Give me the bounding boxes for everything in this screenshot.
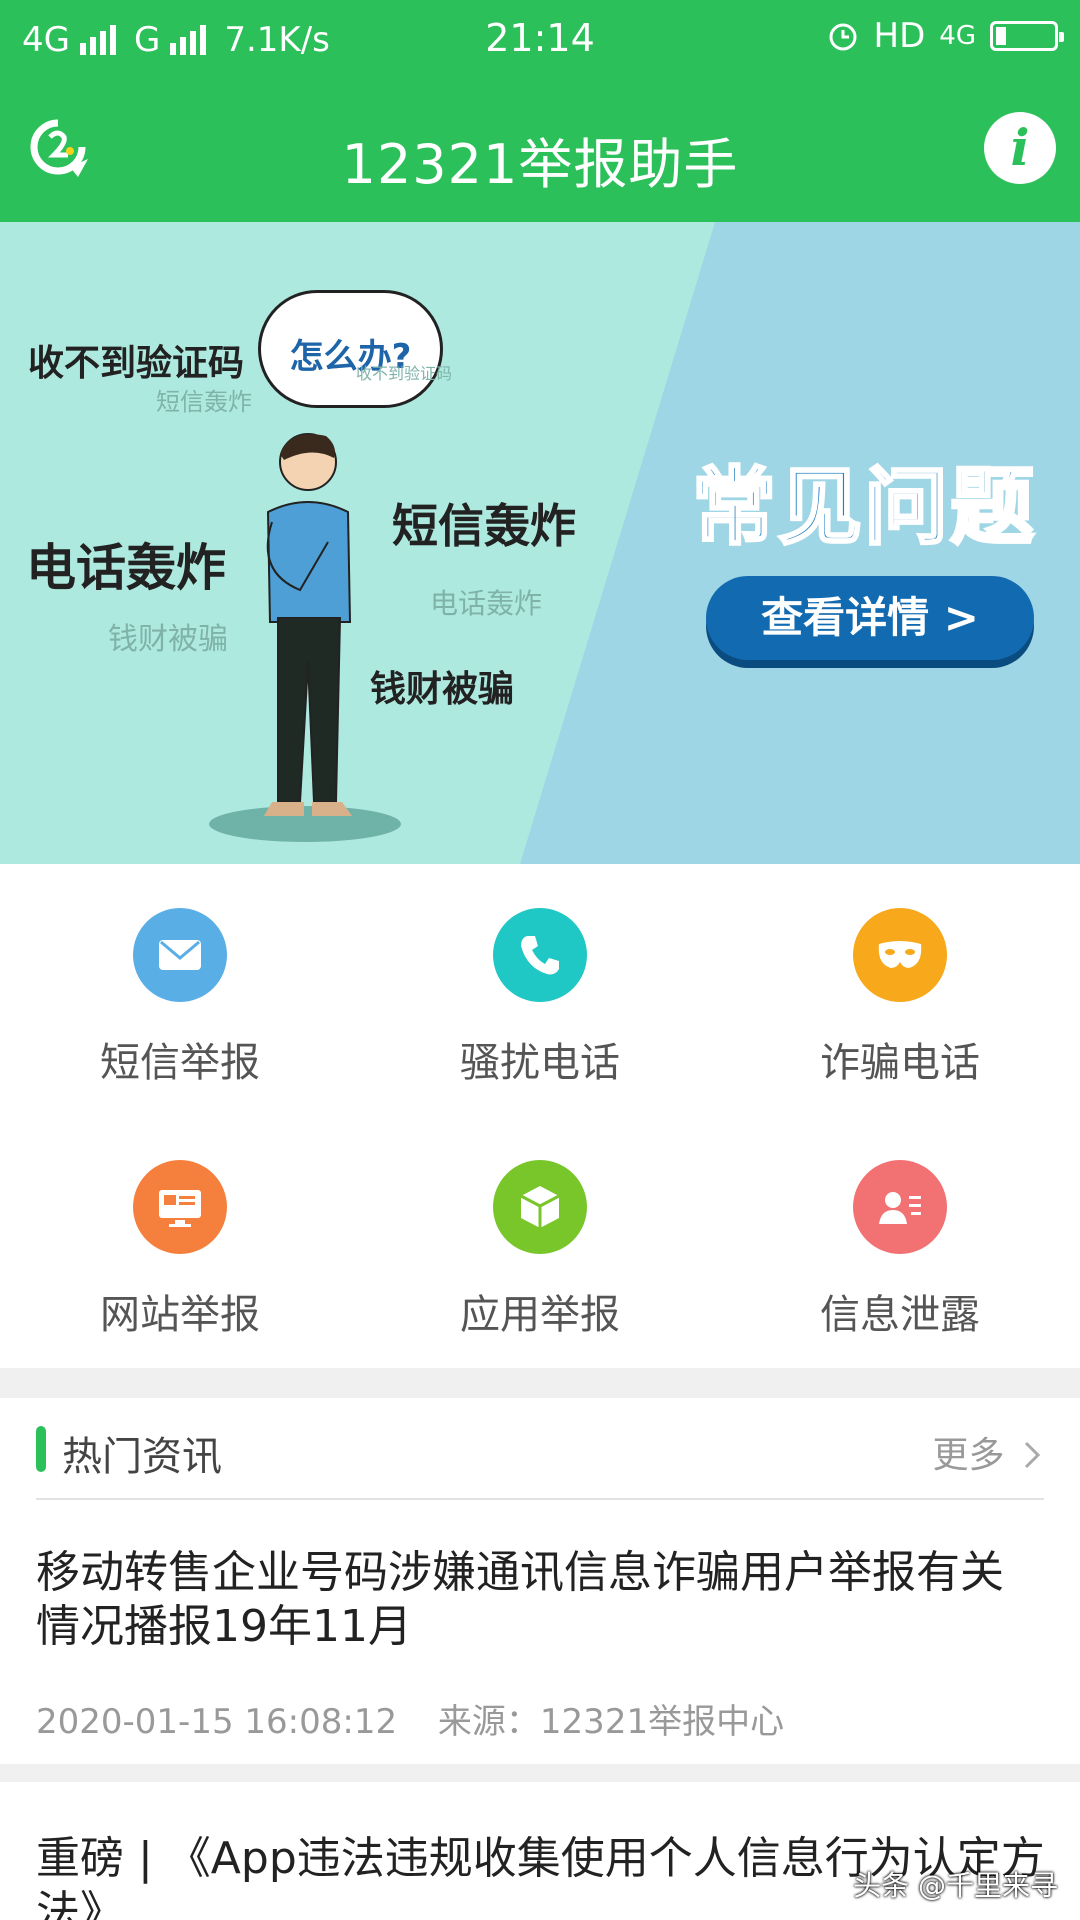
page-title: 12321举报助手 xyxy=(341,133,739,196)
grid-item-app-report[interactable]: 应用举报 xyxy=(360,1116,720,1368)
grid-item-label: 短信举报 xyxy=(100,1040,260,1086)
news-item-source: 来源：12321举报中心 xyxy=(437,1702,785,1742)
net-label: 4G xyxy=(939,21,976,51)
more-link[interactable]: 更多 xyxy=(933,1426,1044,1478)
info-button[interactable]: i xyxy=(984,112,1056,184)
grid-item-label: 应用举报 xyxy=(460,1292,620,1338)
title-bar: 12321举报助手 i xyxy=(0,76,1080,222)
news-item-meta: 2020-01-15 16:08:12 来源：12321举报中心 xyxy=(36,1694,784,1743)
news-item-title[interactable]: 移动转售企业号码涉嫌通讯信息诈骗用户举报有关情况播报19年11月 xyxy=(36,1546,1046,1654)
chevron-right-icon xyxy=(1024,1441,1041,1469)
news-item-time: 2020-01-15 16:08:12 xyxy=(36,1702,398,1742)
grid-item-info-leak[interactable]: 信息泄露 xyxy=(720,1116,1080,1368)
banner-word: 收不到验证码 xyxy=(356,364,453,383)
banner-word: 电话轰炸 xyxy=(26,539,226,597)
banner-word: 收不到验证码 xyxy=(28,343,245,384)
section-header: 热门资讯 更多 xyxy=(36,1398,1044,1500)
grid-item-label: 网站举报 xyxy=(100,1292,260,1338)
grid-item-label: 信息泄露 xyxy=(820,1292,980,1338)
report-grid: 短信举报 骚扰电话 诈骗电话 网站举报 应用举报 信息泄露 xyxy=(0,864,1080,1368)
grid-item-fraud-call[interactable]: 诈骗电话 xyxy=(720,864,1080,1116)
grid-item-harassment-call[interactable]: 骚扰电话 xyxy=(360,864,720,1116)
envelope-icon xyxy=(133,908,227,1002)
section-title: 热门资讯 xyxy=(62,1434,222,1480)
hd-label: HD xyxy=(873,16,926,56)
more-label: 更多 xyxy=(932,1435,1005,1476)
id-card-icon xyxy=(853,1160,947,1254)
banner-word: 电话轰炸 xyxy=(430,587,543,620)
monitor-icon xyxy=(133,1160,227,1254)
mask-icon xyxy=(853,908,947,1002)
status-right: HD 4G xyxy=(826,16,1064,56)
grid-item-website-report[interactable]: 网站举报 xyxy=(0,1116,360,1368)
banner-word: 短信轰炸 xyxy=(392,499,576,553)
faq-details-button[interactable]: 查看详情 > xyxy=(706,576,1034,660)
watermark: 头条 @千里来寻 xyxy=(853,1869,1058,1902)
alarm-icon xyxy=(829,23,857,51)
phone-icon xyxy=(493,908,587,1002)
battery-icon xyxy=(990,21,1064,51)
thought-bubble: 怎么办? xyxy=(258,290,443,408)
thinking-man-illustration xyxy=(209,433,401,842)
section-accent-bar xyxy=(36,1426,46,1472)
banner-word: 短信轰炸 xyxy=(156,388,252,416)
hot-news-section: 热门资讯 更多 移动转售企业号码涉嫌通讯信息诈骗用户举报有关情况播报19年11月… xyxy=(0,1398,1080,1764)
box-icon xyxy=(493,1160,587,1254)
banner[interactable]: 怎么办? 收不到验证码 短信轰炸 收不到验证码 电话轰炸 短信轰炸 电话轰炸 钱… xyxy=(0,222,1080,864)
grid-item-label: 骚扰电话 xyxy=(460,1040,620,1086)
faq-title: 常见问题 xyxy=(690,457,1037,558)
grid-item-label: 诈骗电话 xyxy=(820,1040,980,1086)
status-bar: 4G G 7.1K/s 21:14 HD 4G xyxy=(0,0,1080,76)
grid-item-sms-report[interactable]: 短信举报 xyxy=(0,864,360,1116)
